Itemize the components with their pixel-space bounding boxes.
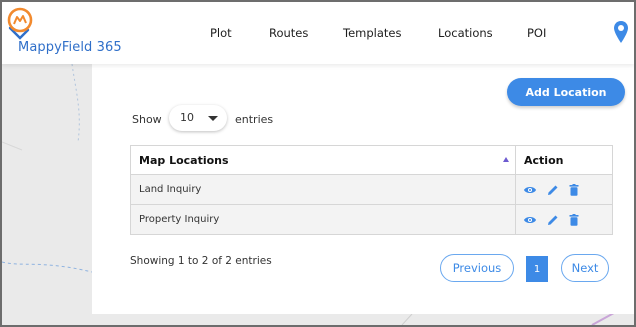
- page-1-button[interactable]: 1: [526, 256, 548, 282]
- nav-plot[interactable]: Plot: [210, 26, 232, 40]
- edit-icon[interactable]: [547, 214, 559, 226]
- row-actions: [515, 204, 613, 235]
- locations-table: Map Locations Action Land Inquiry Proper…: [130, 145, 613, 235]
- show-label: Show: [132, 113, 162, 126]
- table-row: Property Inquiry: [130, 204, 613, 235]
- next-button[interactable]: Next: [561, 254, 609, 282]
- row-actions: [515, 174, 613, 205]
- edit-icon[interactable]: [547, 184, 559, 196]
- delete-icon[interactable]: [569, 213, 579, 226]
- brand-logo[interactable]: MappyField 365: [6, 6, 156, 58]
- col-map-locations-label: Map Locations: [139, 153, 229, 167]
- view-icon[interactable]: [523, 185, 537, 195]
- table-row: Land Inquiry: [130, 174, 613, 205]
- location-pin-icon[interactable]: [613, 20, 629, 44]
- app-window: MappyField 365 Plot Routes Templates Loc…: [0, 0, 636, 327]
- chevron-down-icon: [208, 116, 218, 121]
- nav-poi[interactable]: POI: [527, 26, 546, 40]
- nav-routes[interactable]: Routes: [269, 26, 308, 40]
- delete-icon[interactable]: [569, 183, 579, 196]
- location-name: Property Inquiry: [130, 204, 516, 235]
- add-location-button[interactable]: Add Location: [507, 78, 625, 106]
- nav-locations[interactable]: Locations: [438, 26, 493, 40]
- view-icon[interactable]: [523, 215, 537, 225]
- sort-asc-icon: [503, 157, 509, 162]
- previous-button[interactable]: Previous: [440, 254, 514, 282]
- entries-label: entries: [235, 113, 274, 126]
- location-name: Land Inquiry: [130, 174, 516, 205]
- app-name: MappyField 365: [18, 40, 122, 55]
- table-header-row: Map Locations Action: [130, 145, 613, 175]
- col-action: Action: [515, 145, 613, 175]
- locations-panel: Add Location Show 10 entries Map Locatio…: [92, 64, 634, 314]
- logo-icon: [7, 7, 33, 40]
- col-map-locations[interactable]: Map Locations: [130, 145, 516, 175]
- entries-value: 10: [180, 111, 194, 124]
- table-info: Showing 1 to 2 of 2 entries: [130, 255, 272, 267]
- nav-templates[interactable]: Templates: [343, 26, 401, 40]
- top-navbar: MappyField 365 Plot Routes Templates Loc…: [2, 2, 634, 64]
- entries-select[interactable]: 10: [169, 105, 227, 131]
